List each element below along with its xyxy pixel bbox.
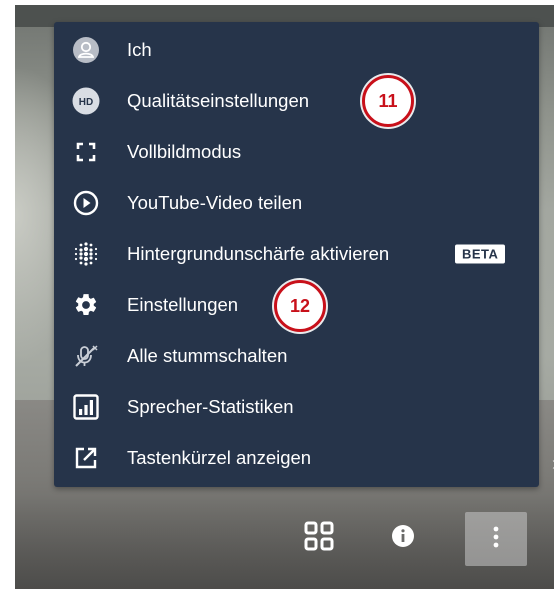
mic-off-icon [72,342,100,370]
menu-item-label: YouTube-Video teilen [127,191,303,213]
hd-icon: HD [72,87,100,115]
menu-item-mute-all[interactable]: Alle stummschalten [54,330,539,381]
menu-item-label: Qualitätseinstellungen [127,89,310,111]
menu-item-speaker-stats[interactable]: Sprecher-Statistiken [54,381,539,432]
menu-item-label: Alle stummschalten [127,344,288,366]
more-options-button[interactable] [465,512,527,566]
menu-item-share-youtube[interactable]: YouTube-Video teilen [54,177,539,228]
menu-item-quality[interactable]: HD Qualitätseinstellungen [54,75,539,126]
menu-item-background-blur[interactable]: Hintergrundunschärfe aktivieren BETA [54,228,539,279]
overflow-menu: Ich HD Qualitätseinstellungen Vollbildmo… [54,22,539,487]
menu-item-label: Einstellungen [127,293,239,315]
menu-item-label: Ich [127,38,152,60]
bar-chart-icon [72,393,100,421]
tile-view-button[interactable] [296,515,342,561]
avatar-icon [72,36,100,64]
menu-item-label: Tastenkürzel anzeigen [127,446,312,468]
beta-badge: BETA [455,244,506,263]
tile-view-icon [303,520,335,557]
annotation-badge-12: 12 [274,280,326,332]
blur-icon [72,240,100,268]
info-button[interactable] [380,515,426,561]
menu-item-fullscreen[interactable]: Vollbildmodus [54,126,539,177]
external-link-icon [72,444,100,472]
menu-item-label: Vollbildmodus [127,140,242,162]
info-icon [391,524,415,553]
gear-icon [72,291,100,319]
hd-text: HD [79,97,93,108]
menu-item-profile[interactable]: Ich [54,24,539,75]
more-vertical-icon [492,525,500,554]
menu-item-label: Hintergrundunschärfe aktivieren [127,242,390,264]
annotation-badge-11: 11 [362,75,414,127]
fullscreen-icon [72,138,100,166]
menu-item-label: Sprecher-Statistiken [127,395,294,417]
menu-item-shortcuts[interactable]: Tastenkürzel anzeigen [54,432,539,483]
play-circle-icon [72,189,100,217]
